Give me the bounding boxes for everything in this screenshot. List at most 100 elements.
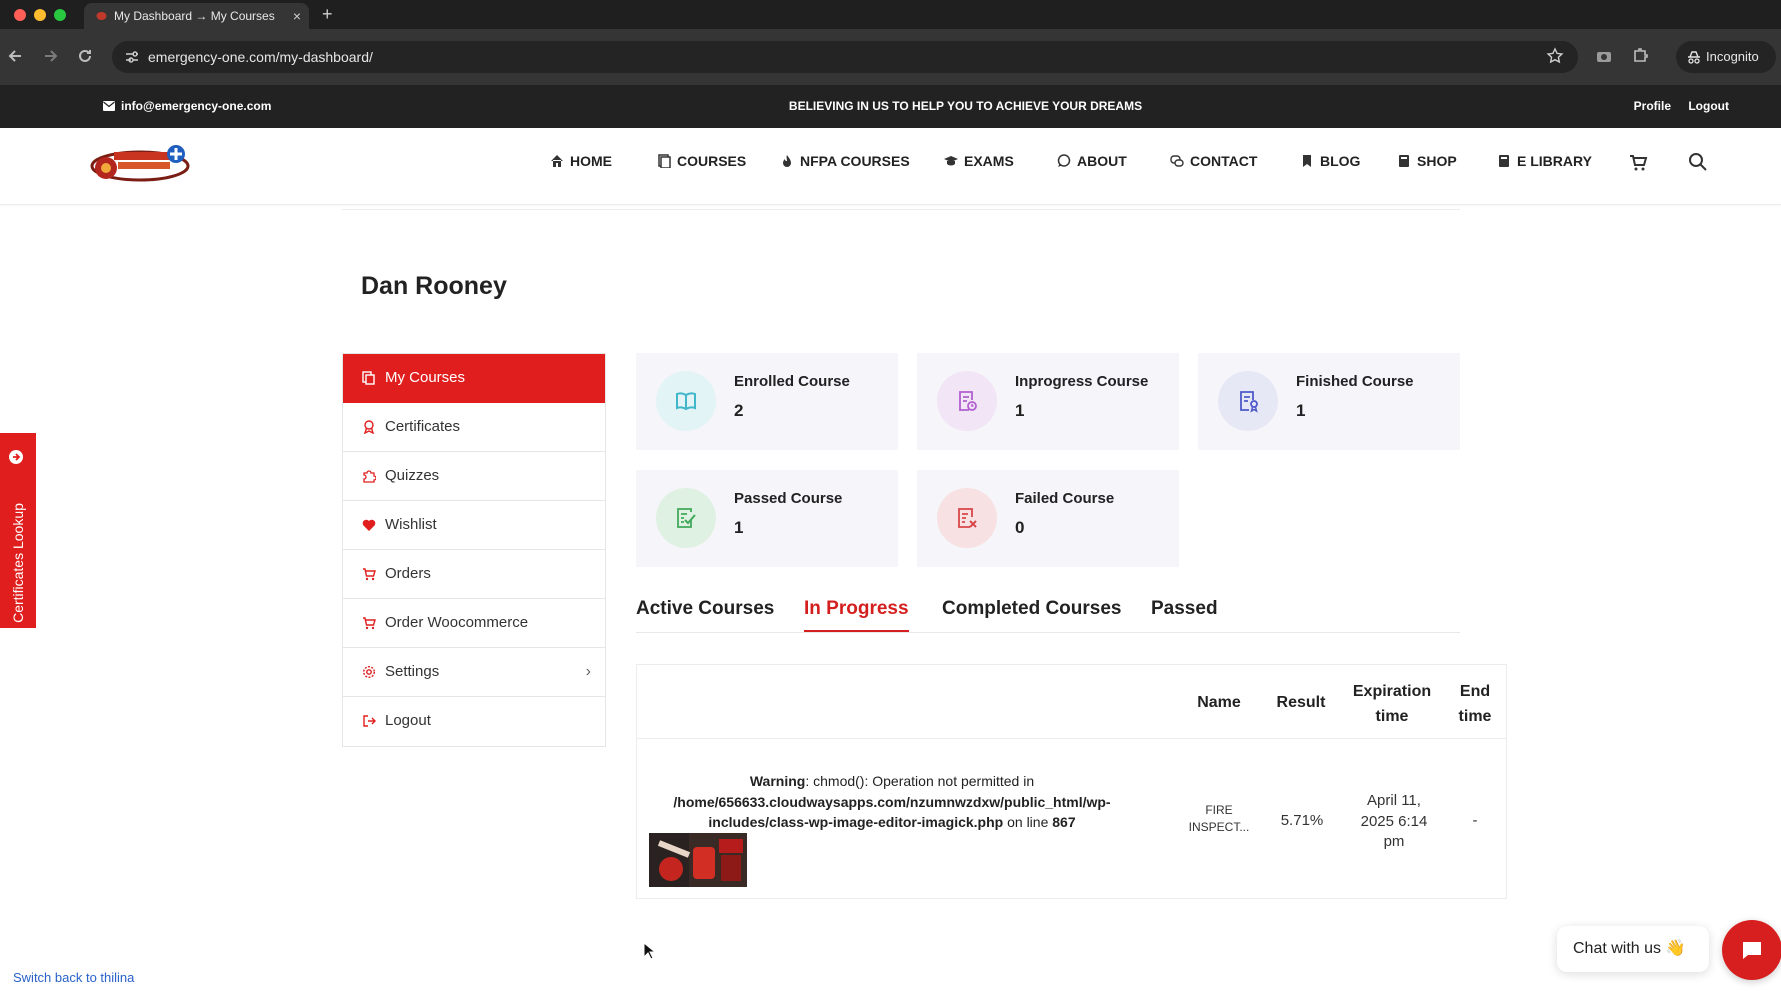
nav-shop-label: SHOP xyxy=(1417,153,1457,169)
nav-e-library[interactable]: E LIBRARY xyxy=(1497,128,1592,194)
tab-in-progress[interactable]: In Progress xyxy=(804,592,909,632)
certificates-lookup-label: Certificates Lookup xyxy=(10,503,26,623)
heart-icon xyxy=(362,519,376,531)
waving-hand-icon: 👋 xyxy=(1665,940,1686,957)
sidebar-item-label: Settings xyxy=(385,663,440,680)
sidebar-item-settings[interactable]: Settings › xyxy=(343,648,605,697)
tab-close-icon[interactable]: × xyxy=(293,3,301,29)
gear-icon xyxy=(362,665,376,679)
stat-value: 1 xyxy=(1296,401,1306,420)
profile-link[interactable]: Profile xyxy=(1634,99,1671,113)
stat-icon-circle xyxy=(656,488,716,548)
window-close-button[interactable] xyxy=(14,9,26,21)
stat-icon-circle xyxy=(656,371,716,431)
tab-passed[interactable]: Passed xyxy=(1151,592,1218,626)
header-line: Expiration xyxy=(1352,683,1432,700)
browser-tab[interactable]: My Dashboard → My Courses × xyxy=(84,3,309,29)
mouse-cursor-icon xyxy=(643,942,655,960)
nav-home-label: HOME xyxy=(570,153,612,169)
browser-tab-bar: My Dashboard → My Courses × + xyxy=(0,0,1781,29)
sidebar-item-quizzes[interactable]: Quizzes xyxy=(343,452,605,501)
tab-active-courses[interactable]: Active Courses xyxy=(636,592,774,626)
window-minimize-button[interactable] xyxy=(34,9,46,21)
cart-icon[interactable] xyxy=(1628,152,1648,172)
nav-courses[interactable]: COURSES xyxy=(657,128,746,194)
sidebar-item-label: Certificates xyxy=(385,418,461,435)
stat-card-inprogress: Inprogress Course 1 xyxy=(917,353,1179,450)
site-logo[interactable] xyxy=(90,140,194,190)
course-name-cell[interactable]: FIRE INSPECT... xyxy=(1172,802,1266,836)
course-result-cell: 5.71% xyxy=(1280,812,1324,829)
puzzle-icon xyxy=(363,470,376,483)
incognito-badge[interactable]: Incognito xyxy=(1676,41,1776,73)
logout-link[interactable]: Logout xyxy=(1688,99,1729,113)
home-icon xyxy=(551,155,563,167)
course-expiration-cell: April 11, 2025 6:14 pm xyxy=(1339,791,1449,853)
new-tab-button[interactable]: + xyxy=(322,2,333,26)
nav-blog-label: BLOG xyxy=(1320,153,1361,169)
switch-back-link[interactable]: Switch back to thilina xyxy=(13,970,134,985)
award-icon xyxy=(363,420,375,434)
stat-icon-circle xyxy=(1218,371,1278,431)
column-header-expiration: Expiration time xyxy=(1337,679,1447,729)
stat-card-finished: Finished Course 1 xyxy=(1198,353,1460,450)
nav-home[interactable]: HOME xyxy=(550,128,612,194)
document-check-icon xyxy=(677,508,696,528)
site-settings-icon[interactable] xyxy=(124,49,140,65)
sidebar-item-logout[interactable]: Logout xyxy=(343,697,605,746)
incognito-icon xyxy=(1688,51,1700,64)
chat-label: Chat with us xyxy=(1573,940,1662,957)
book-icon xyxy=(1499,155,1509,167)
certificates-lookup-tab[interactable]: Certificates Lookup xyxy=(0,433,36,628)
nav-exams[interactable]: EXAMS xyxy=(944,128,1014,194)
chat-icon xyxy=(1743,942,1761,959)
document-award-icon xyxy=(1240,391,1258,413)
sidebar-item-label: My Courses xyxy=(385,369,466,386)
nav-blog[interactable]: BLOG xyxy=(1300,128,1360,194)
cell-line: 2025 6:14 xyxy=(1360,812,1428,830)
chat-launcher-button[interactable] xyxy=(1722,920,1781,980)
top-info-bar: info@emergency-one.com BELIEVING IN US T… xyxy=(0,85,1781,128)
cell-line: pm xyxy=(1383,833,1405,850)
window-maximize-button[interactable] xyxy=(54,9,66,21)
address-bar[interactable]: emergency-one.com/my-dashboard/ xyxy=(112,41,1578,73)
tab-completed-courses[interactable]: Completed Courses xyxy=(942,592,1121,626)
course-thumbnail[interactable] xyxy=(649,833,747,887)
stat-label: Passed Course xyxy=(734,490,843,507)
forward-icon[interactable] xyxy=(40,46,60,66)
search-icon[interactable] xyxy=(1688,152,1708,172)
nav-about[interactable]: ABOUT xyxy=(1057,128,1127,194)
stat-label: Finished Course xyxy=(1296,373,1414,390)
user-name: Dan Rooney xyxy=(361,272,507,300)
nav-courses-label: COURSES xyxy=(677,153,747,169)
stat-icon-circle xyxy=(937,371,997,431)
nav-shop[interactable]: SHOP xyxy=(1397,128,1457,194)
arrow-circle-icon xyxy=(9,450,23,464)
nav-exams-label: EXAMS xyxy=(964,153,1014,169)
sidebar-item-certificates[interactable]: Certificates xyxy=(343,403,605,452)
tagline: BELIEVING IN US TO HELP YOU TO ACHIEVE Y… xyxy=(788,99,1143,113)
cell-line: INSPECT... xyxy=(1188,820,1250,834)
extensions-icon[interactable] xyxy=(1630,46,1650,66)
back-icon[interactable] xyxy=(6,46,26,66)
course-end-time-cell: - xyxy=(1472,812,1478,829)
chat-with-us-bubble[interactable]: Chat with us 👋 xyxy=(1557,926,1709,972)
sidebar-item-my-courses[interactable]: My Courses xyxy=(343,354,605,403)
camera-icon[interactable] xyxy=(1594,46,1614,66)
header-line: time xyxy=(1458,708,1492,725)
stat-label: Enrolled Course xyxy=(734,373,850,390)
nav-contact[interactable]: CONTACT xyxy=(1170,128,1257,194)
cell-line: FIRE xyxy=(1205,803,1233,817)
open-book-icon xyxy=(676,392,696,411)
bookmark-star-icon[interactable] xyxy=(1546,47,1564,65)
browser-toolbar: emergency-one.com/my-dashboard/ Incognit… xyxy=(0,29,1781,85)
column-header-end-time: End time xyxy=(1445,679,1505,729)
reload-icon[interactable] xyxy=(75,46,95,66)
sidebar-item-orders[interactable]: Orders xyxy=(343,550,605,599)
php-warning-message: Warning: chmod(): Operation not permitte… xyxy=(647,771,1137,833)
sidebar-item-label: Quizzes xyxy=(385,467,440,484)
nav-nfpa-courses[interactable]: NFPA COURSES xyxy=(780,128,910,194)
cart-icon xyxy=(363,617,376,630)
sidebar-item-order-woocommerce[interactable]: Order Woocommerce xyxy=(343,599,605,648)
sidebar-item-wishlist[interactable]: Wishlist xyxy=(343,501,605,550)
